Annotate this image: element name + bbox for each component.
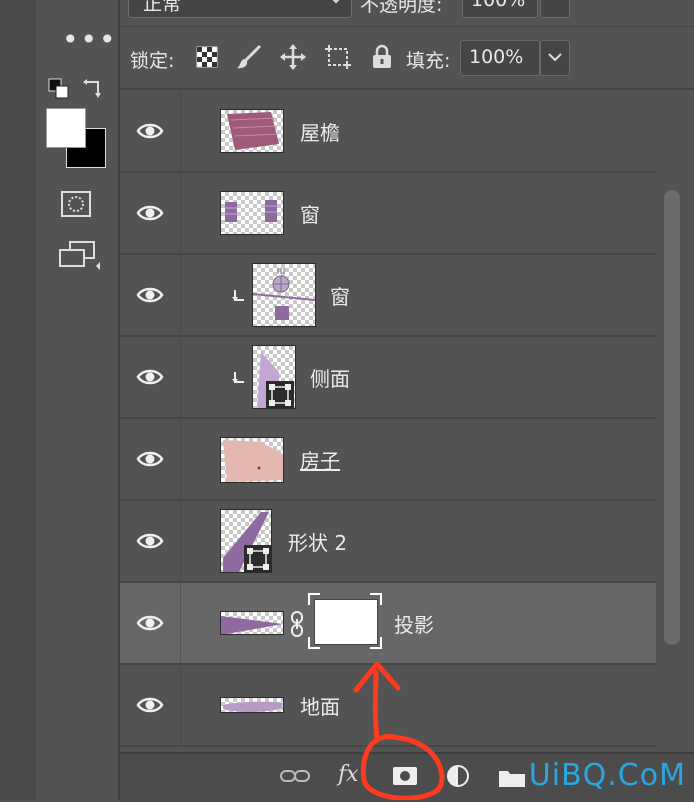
layer-row-selected[interactable]: 投影: [120, 583, 656, 665]
divider: [180, 173, 181, 253]
opacity-label: 不透明度:: [360, 0, 443, 16]
divider: [120, 26, 694, 27]
fill-label: 填充:: [406, 50, 451, 72]
layer-name: 侧面: [310, 367, 350, 391]
window-detail-icon: [253, 268, 315, 320]
eye-visibility-icon[interactable]: [136, 691, 164, 719]
roof-shape-icon: [227, 112, 279, 150]
layer-name: 窗: [330, 285, 350, 309]
shadow-shape-icon: [221, 616, 283, 634]
opacity-input[interactable]: 100%: [462, 0, 538, 18]
fill-value: 100%: [469, 46, 524, 68]
layer-list: 屋檐 窗 窗 侧面 房子 形状 2 投影 地面: [120, 91, 694, 751]
layer-thumbnail[interactable]: [252, 263, 316, 327]
app-left-edge: [0, 0, 37, 800]
fill-input[interactable]: 100%: [460, 40, 540, 76]
layer-name: 地面: [300, 695, 340, 719]
divider: [180, 583, 181, 663]
layer-name: 屋檐: [300, 121, 340, 145]
more-tools-icon[interactable]: •••: [62, 26, 118, 54]
adjustment-layer-icon[interactable]: [446, 764, 472, 790]
eye-visibility-icon[interactable]: [136, 363, 164, 391]
opacity-dropdown[interactable]: [540, 0, 570, 18]
new-group-folder-icon[interactable]: [498, 768, 526, 788]
eye-visibility-icon[interactable]: [136, 199, 164, 227]
layer-row[interactable]: 窗: [120, 255, 656, 337]
swap-colors-icon[interactable]: [82, 78, 104, 100]
layer-row[interactable]: 屋檐: [120, 91, 656, 173]
watermark-text: UiBQ.CoM: [528, 758, 686, 793]
clipping-mask-arrow-icon: [232, 290, 244, 301]
link-layers-icon[interactable]: [280, 768, 310, 784]
divider: [120, 88, 694, 90]
layer-name: 房子: [300, 449, 340, 473]
lock-artboard-icon[interactable]: [324, 44, 352, 70]
tools-panel: •••: [36, 0, 120, 800]
shape-layer-badge-icon: [244, 545, 272, 573]
layer-row[interactable]: 窗: [120, 173, 656, 255]
layer-thumbnail[interactable]: [220, 611, 284, 635]
shape-layer-badge-icon: [266, 381, 294, 409]
divider: [180, 419, 181, 499]
eye-visibility-icon[interactable]: [136, 281, 164, 309]
layer-thumbnail[interactable]: [220, 697, 284, 713]
divider: [180, 665, 181, 745]
chevron-down-icon: [332, 0, 340, 4]
blend-mode-select[interactable]: 正常: [128, 0, 352, 18]
layer-name: 投影: [394, 613, 434, 637]
blend-mode-value: 正常: [143, 0, 182, 15]
clipping-mask-arrow-icon: [232, 372, 244, 383]
mask-selected-brackets-icon: [308, 593, 382, 649]
lock-label: 锁定:: [130, 50, 175, 72]
add-layer-mask-icon[interactable]: [392, 766, 418, 786]
mask-link-chain-icon[interactable]: [290, 611, 304, 637]
window-shape-icon: [225, 200, 277, 222]
fx-layer-style-button[interactable]: fx: [338, 762, 359, 787]
lock-position-move-icon[interactable]: [280, 44, 306, 70]
layer-name: 窗: [300, 203, 320, 227]
layer-row[interactable]: 侧面: [120, 337, 656, 419]
lock-transparent-pixels-icon[interactable]: [196, 46, 218, 68]
layer-thumbnail[interactable]: [220, 437, 284, 483]
eye-visibility-icon[interactable]: [136, 117, 164, 145]
layer-thumbnail[interactable]: [220, 109, 284, 153]
layer-row[interactable]: 房子: [120, 419, 656, 501]
default-colors-icon[interactable]: [48, 78, 70, 100]
opacity-value: 100%: [471, 0, 526, 11]
lock-image-pixels-brush-icon[interactable]: [236, 44, 262, 70]
layers-scrollbar[interactable]: [664, 190, 680, 645]
divider: [180, 337, 181, 417]
divider: [180, 501, 181, 581]
layers-panel: 正常 不透明度: 100% 锁定: 填充: 100% 屋檐 窗 窗 侧面 房子 …: [120, 0, 694, 800]
layer-thumbnail[interactable]: [220, 191, 284, 235]
layer-row[interactable]: 地面: [120, 665, 656, 747]
quick-mask-icon[interactable]: [60, 190, 92, 218]
fill-dropdown[interactable]: [540, 40, 570, 76]
eye-visibility-icon[interactable]: [136, 445, 164, 473]
layer-name: 形状 2: [288, 531, 348, 555]
chevron-down-icon: [548, 53, 562, 62]
lock-all-icon[interactable]: [372, 44, 392, 70]
screen-mode-icon[interactable]: [58, 240, 100, 270]
divider: [180, 255, 181, 335]
ground-shape-icon: [223, 701, 283, 712]
eye-visibility-icon[interactable]: [136, 527, 164, 555]
divider: [180, 91, 181, 171]
foreground-color-swatch[interactable]: [46, 108, 86, 148]
layer-row[interactable]: 形状 2: [120, 501, 656, 583]
eye-visibility-icon[interactable]: [136, 609, 164, 637]
house-shape-icon: [223, 440, 283, 482]
